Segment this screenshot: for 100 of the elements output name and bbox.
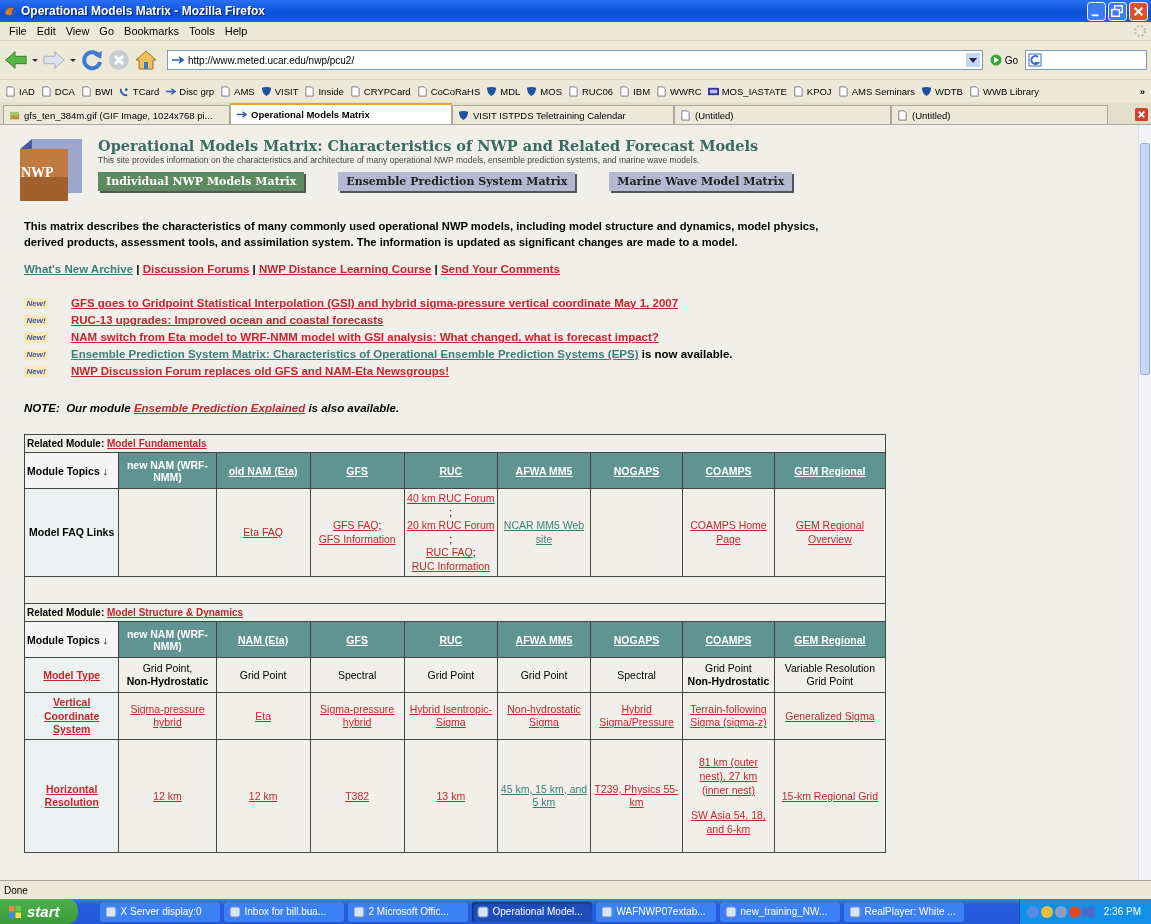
bookmark-item[interactable]: Inside: [301, 85, 347, 97]
bookmark-item[interactable]: WWRC: [653, 85, 705, 97]
menu-item[interactable]: Help: [219, 25, 253, 37]
tab[interactable]: (Untitled): [674, 105, 891, 124]
bookmark-item[interactable]: BWI: [77, 85, 116, 97]
menu-item[interactable]: File: [4, 25, 32, 37]
link[interactable]: SW Asia 54, 18, and 6-km: [685, 809, 772, 837]
bookmark-item[interactable]: AMS Seminars: [834, 85, 918, 97]
taskbar-button[interactable]: 2 Microsoft Offic...: [347, 901, 468, 922]
bookmark-item[interactable]: DCA: [37, 85, 78, 97]
column-header-link[interactable]: COAMPS: [705, 633, 752, 646]
link[interactable]: NWP Distance Learning Course: [258, 263, 432, 276]
bookmark-item[interactable]: IAD: [2, 85, 38, 97]
bookmark-item[interactable]: MDL: [483, 85, 524, 97]
home-icon[interactable]: [134, 48, 158, 72]
tab[interactable]: VISIT ISTPDS Teletraining Calendar: [452, 105, 674, 124]
close-icon[interactable]: [1129, 1, 1148, 21]
link[interactable]: What's New Archive: [24, 263, 134, 276]
bookmark-item[interactable]: WWB Library: [965, 85, 1042, 97]
module-label: Related Module:: [27, 438, 105, 450]
bookmark-item[interactable]: TCard: [115, 85, 163, 97]
taskbar-button[interactable]: Inbox for bill.bua...: [223, 901, 344, 922]
taskbar-button[interactable]: RealPlayer: White ...: [843, 901, 964, 922]
column-header-link[interactable]: RUC: [439, 633, 463, 646]
column-header-link[interactable]: NOGAPS: [613, 464, 660, 477]
column-header-link[interactable]: GFS: [346, 633, 368, 646]
link[interactable]: NWP Discussion Forum replaces old GFS and NAM-Eta Newsgroups!: [71, 365, 450, 378]
menu-item[interactable]: Tools: [184, 25, 220, 37]
nav-button[interactable]: Marine Wave Model Matrix: [609, 172, 793, 191]
link[interactable]: RUC Information: [411, 560, 490, 574]
menu-item[interactable]: View: [60, 25, 95, 37]
link[interactable]: GFS Information: [318, 532, 396, 547]
go-button[interactable]: Go: [985, 54, 1022, 66]
bookmark-item[interactable]: MOS_IASTATE: [704, 85, 790, 97]
bookmark-item[interactable]: RUC06: [565, 85, 617, 97]
dropdown-icon[interactable]: [965, 53, 980, 67]
link[interactable]: Discussion Forums: [142, 263, 250, 276]
nav-button[interactable]: Ensemble Prediction System Matrix: [338, 172, 576, 191]
tab[interactable]: Operational Models Matrix: [230, 103, 452, 124]
menu-item[interactable]: Go: [94, 25, 120, 37]
cell-text: Grid Point,: [142, 661, 193, 676]
link[interactable]: Model Structure & Dynamics: [107, 607, 244, 619]
bookmark-item[interactable]: AMS: [217, 85, 258, 97]
taskbar-button[interactable]: new_training_NW...: [719, 901, 840, 922]
bookmark-item[interactable]: IBM: [616, 85, 654, 97]
link[interactable]: 12 km: [248, 789, 278, 804]
column-header-link[interactable]: RUC: [439, 464, 463, 477]
link[interactable]: 13 km: [436, 789, 466, 804]
start-button[interactable]: start: [0, 899, 78, 924]
restore-icon[interactable]: [1108, 1, 1127, 21]
close-tab-icon[interactable]: [1135, 108, 1148, 121]
link[interactable]: 15-km Regional Grid: [781, 789, 879, 804]
bookmark-item[interactable]: Disc grp: [162, 85, 218, 97]
tab[interactable]: (Untitled): [891, 105, 1108, 124]
link[interactable]: Ensemble Prediction Explained: [133, 402, 306, 415]
link[interactable]: GFS goes to Gridpoint Statistical Interpolation (GSI) and hybrid sigma-pressure vertical coordinate May 1, 2007: [71, 297, 679, 310]
column-header-link[interactable]: NAM (Eta): [238, 633, 289, 646]
menu-item[interactable]: Edit: [31, 25, 61, 37]
tab[interactable]: gfs_ten_384m.gif (GIF Image, 1024x768 pi...: [3, 105, 230, 124]
bookmark-item[interactable]: VISIT: [257, 85, 302, 97]
link[interactable]: T382: [345, 789, 370, 804]
minimize-icon[interactable]: [1087, 1, 1106, 21]
link[interactable]: Eta: [255, 709, 271, 724]
scrollbar[interactable]: [1138, 125, 1151, 880]
link[interactable]: 20 km RUC Forum: [407, 519, 495, 533]
taskbar-button[interactable]: X Server display:0: [99, 901, 220, 922]
menu-item[interactable]: Bookmarks: [119, 25, 185, 37]
link[interactable]: Send Your Comments: [440, 263, 560, 276]
link[interactable]: NAM switch from Eta model to WRF-NMM model with GSI analysis: What changed, what is forecast impact?: [71, 331, 659, 344]
column-header-link[interactable]: GFS: [346, 464, 368, 477]
link[interactable]: RUC-13 upgrades: Improved ocean and coastal forecasts: [71, 314, 384, 327]
scrollbar-thumb[interactable]: [1140, 143, 1150, 375]
bookmark-item[interactable]: CRYPCard: [346, 85, 414, 97]
page-icon: [220, 85, 232, 97]
taskbar-button[interactable]: WAFNWP07extab...: [595, 901, 716, 922]
bookmark-item[interactable]: CoCoRaHS: [413, 85, 484, 97]
bookmark-item[interactable]: MOS: [523, 85, 565, 97]
link[interactable]: Model Fundamentals: [107, 438, 207, 450]
caret-icon[interactable]: [69, 56, 77, 64]
bookmark-item[interactable]: WDTB: [918, 85, 966, 97]
link[interactable]: Ensemble Prediction System Matrix: Characteristics of Operational Ensemble Prediction Systems (EPS): [71, 348, 639, 361]
search-field[interactable]: [1025, 50, 1147, 70]
link[interactable]: 81 km (outer nest), 27 km (inner nest): [685, 756, 772, 798]
caret-icon[interactable]: [31, 56, 39, 64]
address-field[interactable]: http://www.meted.ucar.edu/nwp/pcu2/: [167, 50, 983, 70]
globe-icon: [3, 4, 17, 18]
link[interactable]: RUC FAQ: [426, 546, 473, 561]
column-header-link[interactable]: NOGAPS: [613, 633, 660, 646]
badge-icon: [707, 85, 719, 97]
nav-button[interactable]: Individual NWP Models Matrix: [98, 172, 305, 191]
link[interactable]: Eta FAQ: [243, 526, 283, 540]
taskbar-button[interactable]: Operational Model...: [471, 901, 592, 922]
link[interactable]: 40 km RUC Forum: [407, 491, 495, 506]
column-header-link[interactable]: COAMPS: [705, 464, 752, 477]
link[interactable]: 12 km: [153, 789, 182, 804]
reload-icon[interactable]: [80, 48, 104, 72]
more-bookmarks-button[interactable]: »: [1133, 85, 1151, 97]
search-engine-icon[interactable]: [1028, 53, 1042, 67]
bookmark-item[interactable]: KPOJ: [789, 85, 835, 97]
tray-icons-drawing[interactable]: [1025, 904, 1096, 919]
